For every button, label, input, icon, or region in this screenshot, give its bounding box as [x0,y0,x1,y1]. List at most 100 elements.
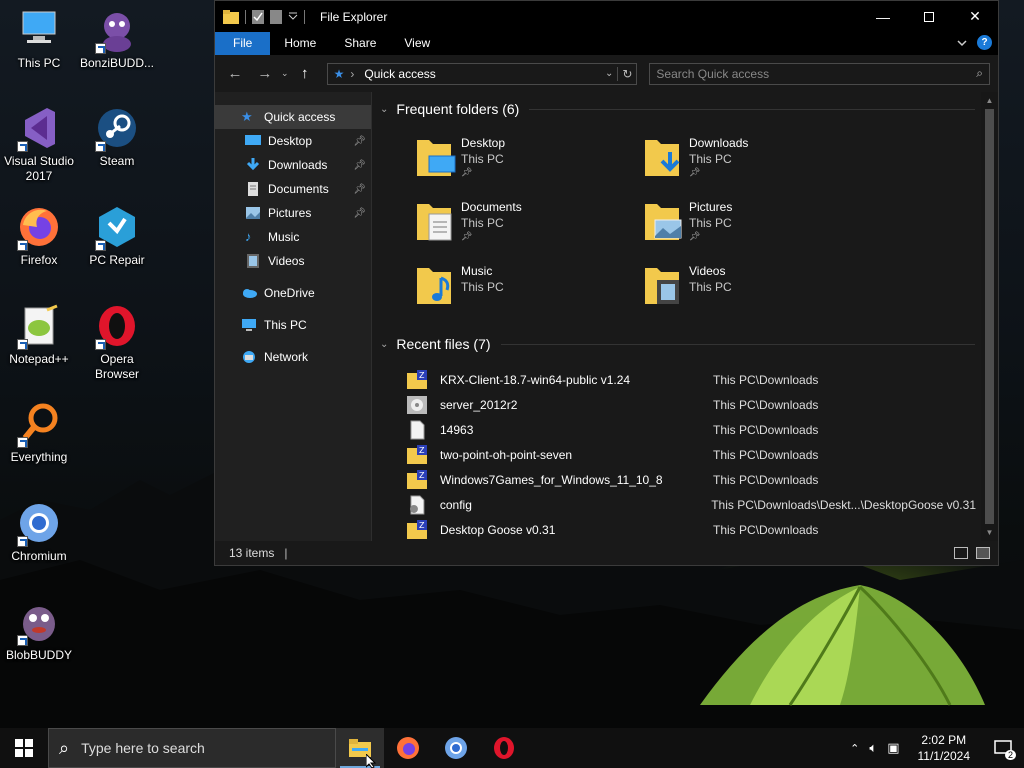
network-icon[interactable]: ▣ [887,740,899,756]
desktop-icon-opera[interactable]: Opera Browser [78,304,156,382]
breadcrumb-chevron-icon: › [350,66,355,81]
desktop-icon-blobbuddy[interactable]: BlobBUDDY [0,600,78,663]
desktop-icon-pc-repair[interactable]: PC Repair [78,205,156,268]
up-button[interactable]: ↑ [293,65,317,82]
toolbar-separator [245,9,246,24]
recent-file-row[interactable]: Z Windows7Games_for_Windows_11_10_8 This… [406,467,976,492]
scroll-up-arrow-icon[interactable]: ▲ [981,92,998,109]
folder-tile-music[interactable]: Music This PC [415,262,635,318]
firefox-icon [397,737,419,759]
pin-icon[interactable]: 📌︎ [353,136,366,147]
pin-icon[interactable]: 📌︎ [353,160,366,171]
folder-tile-pictures[interactable]: Pictures This PC 📌︎ [643,198,863,254]
collapse-chevron-icon[interactable]: ⌄ [380,104,388,115]
chromium-icon [445,737,467,759]
desktop-icon-visual-studio[interactable]: Visual Studio 2017 [0,106,78,184]
tab-file[interactable]: File [215,32,271,55]
new-folder-icon[interactable] [270,9,282,24]
taskbar-opera[interactable] [480,728,528,768]
search-input[interactable]: Search Quick access ⌕ [649,62,991,85]
address-dropdown-icon[interactable]: ⌄ [605,68,617,79]
recent-file-row[interactable]: 14963 This PC\Downloads [406,417,976,442]
volume-muted-icon[interactable]: 🔈︎ [869,740,877,756]
customize-toolbar-chevron-icon[interactable] [288,12,298,22]
search-icon: ⌕ [976,66,984,80]
scroll-down-arrow-icon[interactable]: ▼ [981,524,998,541]
large-icons-view-icon[interactable] [976,547,990,559]
nav-item-desktop[interactable]: Desktop 📌︎ [215,129,371,153]
maximize-button[interactable] [906,1,952,32]
title-bar[interactable]: File Explorer — ✕ [215,1,998,32]
show-hidden-icons-chevron-icon[interactable]: ⌃ [850,742,859,755]
desktop-icon-firefox[interactable]: Firefox [0,205,78,268]
recent-locations-chevron-icon[interactable]: ⌄ [277,68,293,79]
config-file-icon [409,495,425,514]
computer-icon [22,11,56,43]
nav-item-music[interactable]: ♪ Music [215,225,371,249]
forward-button[interactable]: → [253,65,277,82]
close-button[interactable]: ✕ [952,1,998,32]
folder-tile-downloads[interactable]: Downloads This PC 📌︎ [643,134,863,190]
minimize-button[interactable]: — [860,1,906,32]
film-icon [247,254,259,268]
pin-icon[interactable]: 📌︎ [353,208,366,219]
nav-item-this-pc[interactable]: This PC [215,313,371,337]
taskbar: ⌕ Type here to search ⌃ 🔈︎ ▣ 2:02 PM 11/… [0,728,1024,768]
pin-icon[interactable]: 📌︎ [353,184,366,195]
tab-share[interactable]: Share [330,32,390,55]
nav-item-onedrive[interactable]: OneDrive [215,281,371,305]
search-placeholder: Search Quick access [656,66,770,81]
taskbar-search-input[interactable]: ⌕ Type here to search [48,728,336,768]
recent-file-row[interactable]: Z KRX-Client-18.7-win64-public v1.24 Thi… [406,367,976,392]
desktop-icon-steam[interactable]: Steam [78,106,156,169]
frequent-folders-header[interactable]: ⌄ Frequent folders (6) [380,101,975,117]
folder-tile-documents[interactable]: Documents This PC 📌︎ [415,198,635,254]
properties-icon[interactable] [252,9,264,24]
collapse-chevron-icon[interactable]: ⌄ [380,339,388,350]
recent-file-row[interactable]: server_2012r2 This PC\Downloads [406,392,976,417]
clock[interactable]: 2:02 PM 11/1/2024 [910,732,979,764]
folder-name: Desktop [461,136,506,150]
taskbar-chromium[interactable] [432,728,480,768]
folder-icon[interactable] [223,9,239,24]
details-view-icon[interactable] [954,547,968,559]
nav-item-downloads[interactable]: Downloads 📌︎ [215,153,371,177]
tab-home[interactable]: Home [270,32,330,55]
nav-item-pictures[interactable]: Pictures 📌︎ [215,201,371,225]
svg-text:Z: Z [419,371,425,380]
start-button[interactable] [0,728,48,768]
folder-tile-videos[interactable]: Videos This PC [643,262,863,318]
nav-item-quick-access[interactable]: ★ Quick access [215,105,371,129]
recent-file-row[interactable]: Z two-point-oh-point-seven This PC\Downl… [406,442,976,467]
refresh-icon[interactable]: ↻ [617,66,636,81]
recent-files-header[interactable]: ⌄ Recent files (7) [380,336,975,352]
tab-view[interactable]: View [390,32,444,55]
address-field[interactable]: ★ › Quick access ⌄ ↻ [326,62,638,85]
clock-date: 11/1/2024 [917,749,971,763]
recent-file-row[interactable]: config This PC\Downloads\Deskt...\Deskto… [406,492,976,517]
back-button[interactable]: ← [223,65,247,82]
desktop-icon-notepadpp[interactable]: Notepad++ [0,304,78,367]
nav-item-videos[interactable]: Videos [215,249,371,273]
folder-tile-desktop[interactable]: Desktop This PC 📌︎ [415,134,635,190]
nav-item-network[interactable]: Network [215,345,371,369]
desktop-icon-everything[interactable]: Everything [0,402,78,465]
taskbar-firefox[interactable] [384,728,432,768]
file-name: 14963 [440,422,474,437]
toolbar-separator [304,9,305,24]
content-pane: ⌄ Frequent folders (6) Desktop This PC 📌… [372,92,998,541]
desktop-icon-chromium[interactable]: Chromium [0,501,78,564]
picture-icon [246,207,260,219]
expand-ribbon-chevron-icon[interactable] [957,39,967,47]
action-center-button[interactable]: 2 [988,728,1018,768]
scrollbar-thumb[interactable] [985,109,994,524]
desktop-icon-this-pc[interactable]: This PC [0,8,78,71]
desktop-icon-bonzibuddy[interactable]: BonziBUDD... [78,8,156,71]
recent-file-row[interactable]: Z Desktop Goose v0.31 This PC\Downloads [406,517,976,542]
nav-item-documents[interactable]: Documents 📌︎ [215,177,371,201]
folder-videos-icon [645,268,679,304]
nav-label: Documents [268,182,329,196]
folder-pictures-icon [645,204,682,240]
vertical-scrollbar[interactable]: ▲ ▼ [981,92,998,541]
help-icon[interactable]: ? [977,35,992,50]
